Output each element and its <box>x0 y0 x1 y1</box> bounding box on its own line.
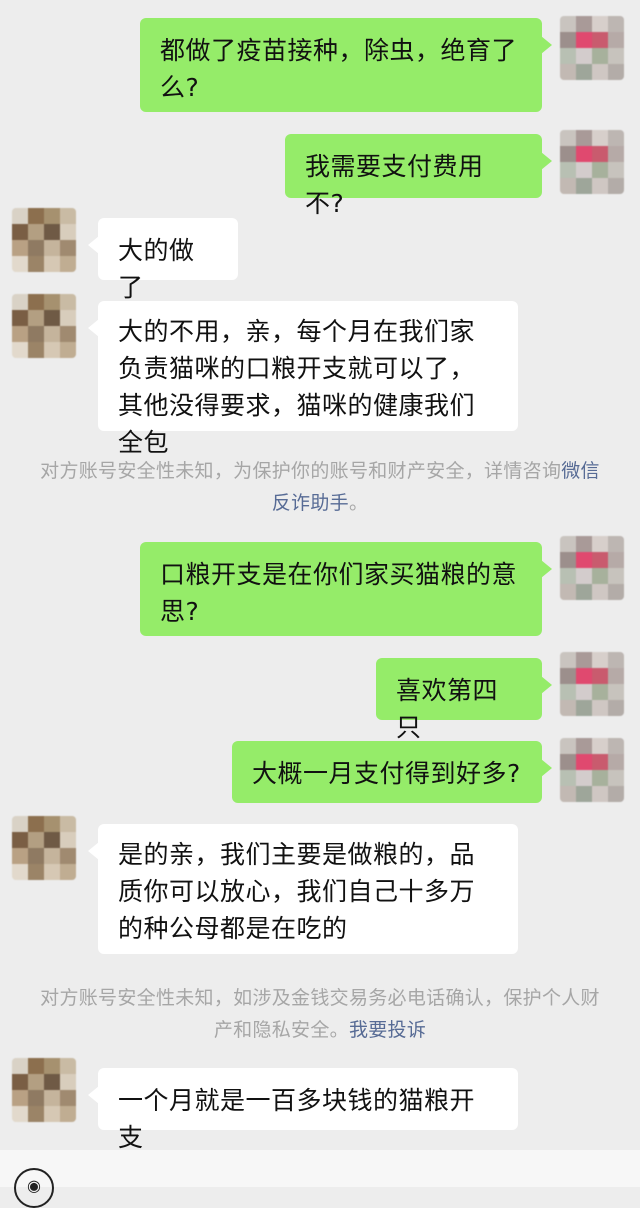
self-avatar[interactable] <box>560 16 624 80</box>
chat-bubble-outgoing[interactable]: 喜欢第四只 <box>376 658 552 742</box>
self-avatar[interactable] <box>560 738 624 802</box>
contact-avatar[interactable] <box>12 1058 76 1122</box>
chat-bubble-outgoing[interactable]: 口粮开支是在你们家买猫粮的意思? <box>140 542 552 636</box>
chat-bubble-incoming[interactable]: 是的亲，我们主要是做粮的，品质你可以放心，我们自己十多万的种公母都是在吃的 <box>88 824 518 954</box>
self-avatar[interactable] <box>560 536 624 600</box>
chat-bubble-outgoing[interactable]: 都做了疫苗接种，除虫，绝育了么? <box>140 18 552 112</box>
chat-bubble-incoming[interactable]: 大的做了 <box>88 218 238 302</box>
chat-bubble-outgoing[interactable]: 我需要支付费用不? <box>285 134 552 218</box>
chat-bubble-incoming[interactable]: 一个月就是一百多块钱的猫粮开支 <box>88 1068 518 1152</box>
contact-avatar[interactable] <box>12 816 76 880</box>
input-toolbar: ◉ <box>0 1150 640 1208</box>
contact-avatar[interactable] <box>12 208 76 272</box>
notice-suffix: 。 <box>348 492 369 514</box>
notice-text: 对方账号安全性未知，如涉及金钱交易务必电话确认，保护个人财产和隐私安全。 <box>40 987 600 1041</box>
contact-avatar[interactable] <box>12 294 76 358</box>
chat-bubble-incoming[interactable]: 大的不用，亲，每个月在我们家负责猫咪的口粮开支就可以了，其他没得要求，猫咪的健康… <box>88 301 518 457</box>
voice-input-icon[interactable]: ◉ <box>14 1168 54 1208</box>
report-link[interactable]: 我要投诉 <box>349 1019 426 1041</box>
self-avatar[interactable] <box>560 652 624 716</box>
chat-area[interactable]: 都做了疫苗接种，除虫，绝育了么? 我需要支付费用不? 大的做了 大的不用，亲，每… <box>0 0 640 1187</box>
security-notice: 对方账号安全性未知，如涉及金钱交易务必电话确认，保护个人财产和隐私安全。我要投诉 <box>40 982 600 1046</box>
self-avatar[interactable] <box>560 130 624 194</box>
security-notice: 对方账号安全性未知，为保护你的账号和财产安全，详情咨询微信反诈助手。 <box>40 455 600 519</box>
chat-bubble-outgoing[interactable]: 大概一月支付得到好多? <box>232 741 552 803</box>
notice-text: 对方账号安全性未知，为保护你的账号和财产安全，详情咨询 <box>40 460 562 482</box>
